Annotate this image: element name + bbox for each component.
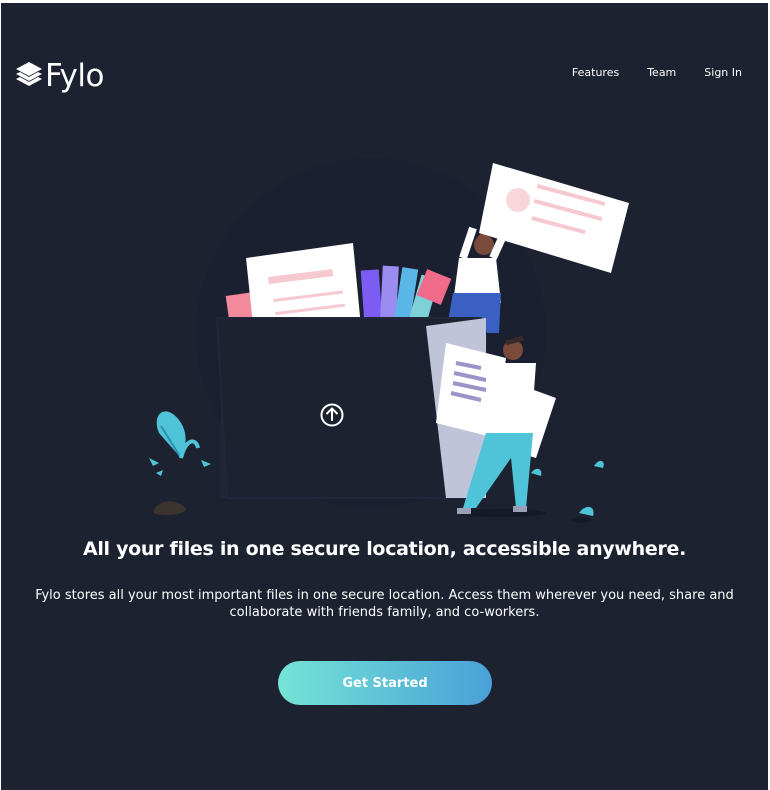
nav-link-features[interactable]: Features <box>572 65 619 81</box>
nav-link-sign-in[interactable]: Sign In <box>704 65 742 81</box>
page: Fylo Features Team Sign In All your file… <box>1 3 768 790</box>
folder-upload-illustration <box>149 158 629 523</box>
hero-description: Fylo stores all your most important file… <box>35 588 734 620</box>
hero-headline: All your files in one secure location, a… <box>82 538 687 560</box>
nav-links: Features Team Sign In <box>572 65 742 81</box>
nav-link-team[interactable]: Team <box>647 65 676 81</box>
brand-name: Fylo <box>45 58 104 94</box>
top-nav: Fylo Features Team Sign In <box>1 3 768 143</box>
get-started-button[interactable]: Get Started <box>278 661 492 705</box>
brand-logo[interactable]: Fylo <box>14 56 104 96</box>
stacked-layers-icon <box>16 62 42 86</box>
